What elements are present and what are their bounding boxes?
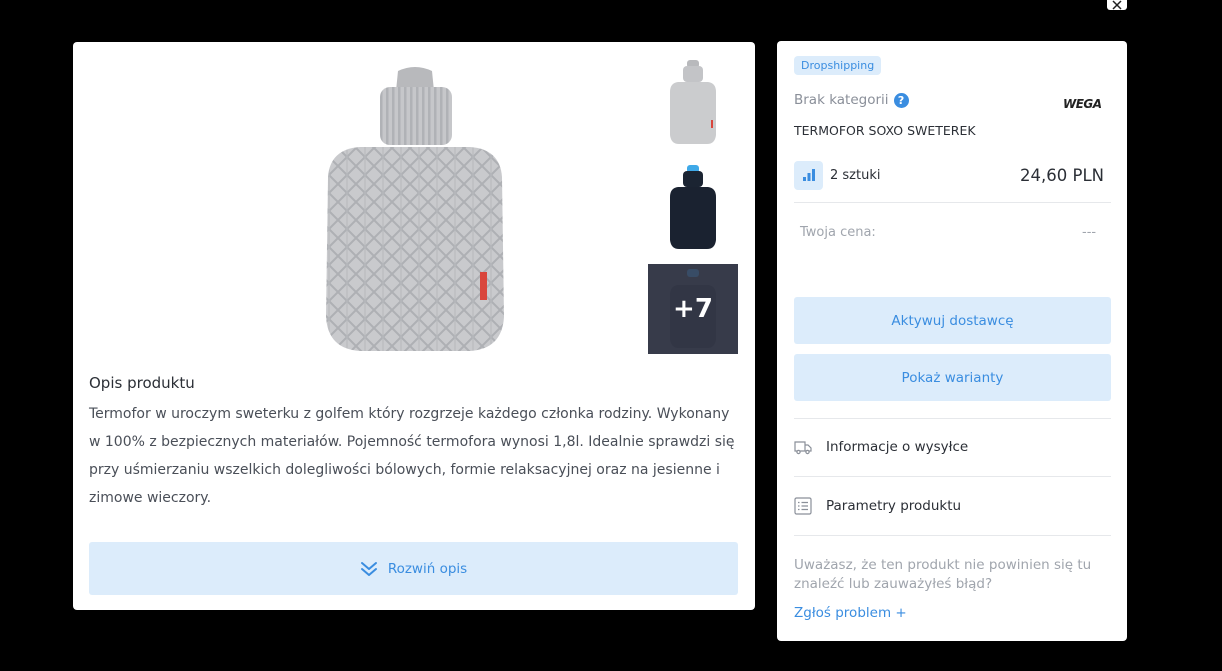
dropshipping-badge: Dropshipping <box>794 56 882 75</box>
description-title: Opis produktu <box>89 374 195 392</box>
report-problem-link[interactable]: Zgłoś problem + <box>794 605 907 621</box>
thumbnail-navy-bottle-image <box>670 164 716 249</box>
divider <box>794 535 1111 536</box>
product-parameters-label: Parametry produktu <box>826 498 962 514</box>
category-label: Brak kategorii ? <box>794 92 909 108</box>
category-text: Brak kategorii <box>794 92 889 108</box>
show-variants-button[interactable]: Pokaż warianty <box>794 354 1111 401</box>
activate-supplier-button[interactable]: Aktywuj dostawcę <box>794 297 1111 344</box>
thumbnail-2[interactable] <box>648 162 738 252</box>
product-price: 24,60 PLN <box>1020 165 1104 185</box>
your-price-value: --- <box>1082 225 1097 240</box>
truck-icon <box>794 441 812 455</box>
your-price-label: Twoja cena: <box>800 225 876 240</box>
thumbnail-more[interactable]: +7 <box>648 264 738 354</box>
main-product-image[interactable] <box>285 64 545 354</box>
stock-quantity: 2 sztuki <box>830 167 881 183</box>
product-name: TERMOFOR SOXO SWETEREK <box>794 123 976 138</box>
list-icon <box>794 497 812 515</box>
product-parameters-row[interactable]: Parametry produktu <box>794 491 1111 521</box>
double-chevron-down-icon <box>360 561 377 576</box>
divider <box>794 476 1111 477</box>
thumbnail-grey-bottle-image <box>670 59 716 144</box>
stock-bars-icon <box>794 160 823 190</box>
close-button[interactable] <box>1107 0 1127 10</box>
close-icon <box>1112 0 1122 10</box>
help-icon[interactable]: ? <box>893 92 909 108</box>
brand-logo: WEGA <box>1063 97 1102 111</box>
divider <box>794 202 1111 203</box>
shipping-info-row[interactable]: Informacje o wysyłce <box>794 432 1111 462</box>
description-text: Termofor w uroczym sweterku z golfem któ… <box>89 406 735 506</box>
more-images-count: +7 <box>648 264 738 354</box>
product-details-card: Dropshipping Brak kategorii ? WEGA TERMO… <box>777 41 1127 641</box>
expand-description-label: Rozwiń opis <box>387 560 468 577</box>
stock-price-row: 2 sztuki 24,60 PLN <box>794 160 1110 190</box>
thumbnail-1[interactable] <box>648 57 738 147</box>
expand-description-button[interactable]: Rozwiń opis <box>89 542 738 595</box>
product-gallery-card: +7 Opis produktu Termofor w uroczym swet… <box>73 42 755 610</box>
hot-water-bottle-image <box>326 66 504 351</box>
report-problem-text: Uważasz, że ten produkt nie powinien się… <box>794 557 1092 592</box>
shipping-info-label: Informacje o wysyłce <box>826 439 969 455</box>
divider <box>794 418 1111 419</box>
